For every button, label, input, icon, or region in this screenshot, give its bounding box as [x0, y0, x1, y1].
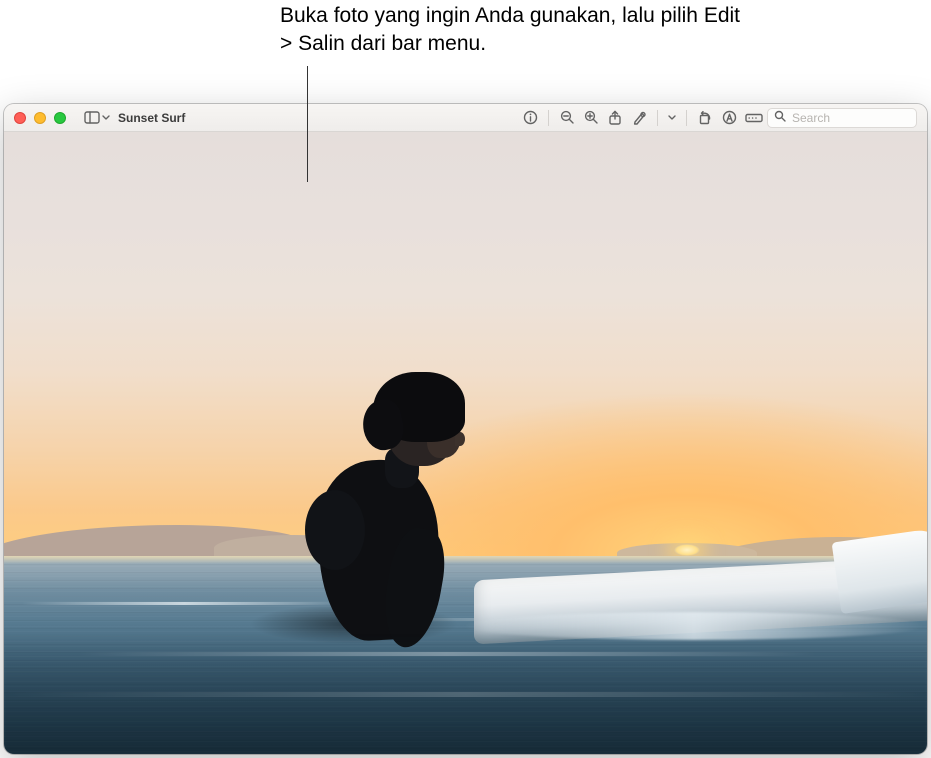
toolbar-separator: [686, 110, 687, 126]
markup-toolbar-button[interactable]: [627, 107, 651, 129]
document-title: Sunset Surf: [118, 111, 185, 125]
fullscreen-window-button[interactable]: [54, 112, 66, 124]
zoom-out-button[interactable]: [555, 107, 579, 129]
rotate-left-icon: [698, 110, 713, 125]
image-viewport[interactable]: [4, 132, 927, 754]
search-input[interactable]: [792, 111, 910, 125]
info-icon: [523, 110, 538, 125]
window-traffic-lights: [14, 112, 66, 124]
chevron-down-icon: [668, 114, 676, 122]
photo-sun: [674, 544, 700, 556]
markup-pencil-icon: [632, 110, 647, 125]
toolbar-separator: [657, 110, 658, 126]
share-icon: [608, 110, 622, 126]
zoom-in-icon: [584, 110, 599, 125]
sidebar-toggle-button[interactable]: [80, 107, 114, 129]
zoom-out-icon: [560, 110, 575, 125]
sidebar-icon: [84, 111, 100, 124]
preview-window: Sunset Surf: [4, 104, 927, 754]
photo-foreground-blur: [4, 634, 927, 754]
search-field[interactable]: [767, 108, 917, 128]
callout-leader-line: [307, 66, 308, 182]
minimize-window-button[interactable]: [34, 112, 46, 124]
toolbar-separator: [548, 110, 549, 126]
zoom-in-button[interactable]: [579, 107, 603, 129]
close-window-button[interactable]: [14, 112, 26, 124]
form-fields-button[interactable]: [741, 107, 767, 129]
form-field-icon: [745, 112, 763, 124]
rotate-button[interactable]: [693, 107, 717, 129]
chevron-down-icon: [102, 114, 110, 122]
search-icon: [774, 110, 786, 125]
markup-menu-button[interactable]: [664, 107, 680, 129]
photo-surfer: [269, 332, 489, 672]
annotate-circle-a-icon: [722, 110, 737, 125]
callout-text: Buka foto yang ingin Anda gunakan, lalu …: [280, 2, 740, 58]
share-button[interactable]: [603, 107, 627, 129]
inspector-button[interactable]: [518, 107, 542, 129]
window-toolbar: Sunset Surf: [4, 104, 927, 132]
annotate-button[interactable]: [717, 107, 741, 129]
